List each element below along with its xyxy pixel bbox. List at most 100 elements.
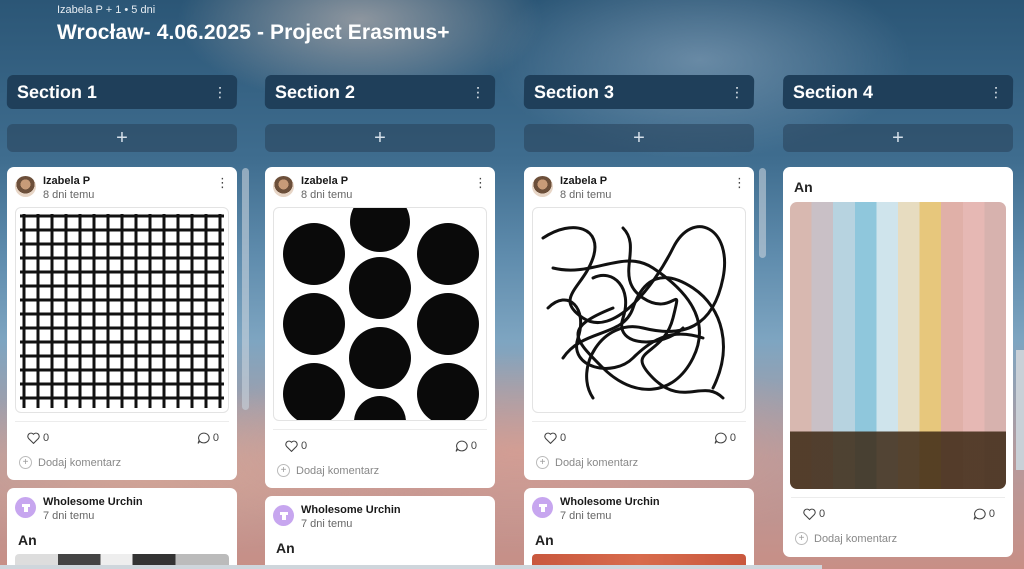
like-button[interactable]: 0 (544, 432, 566, 444)
comment-button[interactable]: 0 (973, 508, 995, 520)
comment-button[interactable]: 0 (197, 432, 219, 444)
comment-count: 0 (212, 432, 219, 444)
heart-icon (544, 432, 557, 444)
post-header: Wholesome Urchin 7 dni temu (524, 488, 754, 524)
post-image-grid[interactable] (15, 207, 229, 413)
column-scrollbar[interactable] (759, 168, 766, 258)
heart-icon (285, 440, 298, 452)
like-button[interactable]: 0 (27, 432, 49, 444)
page-scrollbar[interactable] (1016, 350, 1024, 470)
avatar (15, 176, 36, 197)
like-count: 0 (301, 440, 308, 452)
section-menu-icon[interactable]: ⋮ (989, 84, 1003, 100)
section-column-1: Section 1 ⋮ + Izabela P 8 dni temu ⋮ 0 0… (6, 75, 238, 569)
avatar (273, 505, 294, 526)
heart-icon (27, 432, 40, 444)
post-header: Wholesome Urchin 7 dni temu (265, 496, 495, 532)
add-comment[interactable]: + Dodaj komentarz (783, 520, 1013, 545)
comment-icon (455, 440, 468, 452)
post-menu-icon[interactable]: ⋮ (474, 175, 487, 191)
horizontal-scrollbar[interactable] (0, 565, 822, 569)
add-comment-label: Dodaj komentarz (296, 464, 380, 477)
column-scrollbar[interactable] (242, 168, 249, 410)
post-text: An (535, 532, 554, 548)
add-post-button[interactable]: + (265, 124, 495, 152)
urchin-icon (279, 511, 288, 520)
section-header-4: Section 4 ⋮ (782, 75, 1014, 109)
like-count: 0 (560, 432, 567, 444)
section-header-2: Section 2 ⋮ (264, 75, 496, 109)
post-card[interactable]: Wholesome Urchin 7 dni temu An (7, 488, 237, 569)
post-stats: 0 0 (273, 429, 487, 452)
like-button[interactable]: 0 (285, 440, 307, 452)
post-time: 7 dni temu (301, 518, 353, 530)
post-header: Izabela P 8 dni temu ⋮ (7, 167, 237, 203)
comment-button[interactable]: 0 (714, 432, 736, 444)
post-time: 8 dni temu (560, 189, 612, 201)
comment-count: 0 (729, 432, 736, 444)
post-time: 7 dni temu (560, 510, 612, 522)
add-comment-label: Dodaj komentarz (38, 456, 122, 469)
post-menu-icon[interactable]: ⋮ (733, 175, 746, 191)
post-image-scribble[interactable] (532, 207, 746, 413)
post-card[interactable]: Izabela P 8 dni temu ⋮ 0 0 + Dodaj komen… (7, 167, 237, 480)
like-button[interactable]: 0 (803, 508, 825, 520)
post-author: Izabela P (43, 175, 91, 187)
post-author: Izabela P (301, 175, 349, 187)
post-author: Izabela P (560, 175, 608, 187)
heart-icon (803, 508, 816, 520)
post-author: Wholesome Urchin (301, 504, 401, 516)
post-card[interactable]: An 0 0 + Dodaj komentarz (783, 167, 1013, 557)
board-header: Izabela P + 1 • 5 dni Wrocław- 4.06.2025… (57, 4, 450, 45)
post-card[interactable]: Izabela P 8 dni temu ⋮ 0 0 + Dodaj komen… (265, 167, 495, 488)
like-count: 0 (819, 508, 826, 520)
post-menu-icon[interactable]: ⋮ (216, 175, 229, 191)
post-stats: 0 0 (15, 421, 229, 444)
section-header-1: Section 1 ⋮ (6, 75, 238, 109)
post-header: Izabela P 8 dni temu ⋮ (265, 167, 495, 203)
comment-icon (197, 432, 210, 444)
add-post-button[interactable]: + (783, 124, 1013, 152)
section-menu-icon[interactable]: ⋮ (730, 84, 744, 100)
plus-icon: + (795, 532, 808, 545)
add-comment[interactable]: + Dodaj komentarz (524, 444, 754, 469)
comment-count: 0 (988, 508, 995, 520)
post-image-photo[interactable] (790, 202, 1006, 489)
add-post-button[interactable]: + (7, 124, 237, 152)
post-text: An (18, 532, 37, 548)
section-menu-icon[interactable]: ⋮ (213, 84, 227, 100)
section-title: Section 1 (16, 81, 98, 102)
add-comment[interactable]: + Dodaj komentarz (265, 452, 495, 477)
post-text: An (276, 540, 295, 556)
comment-icon (714, 432, 727, 444)
post-author: Wholesome Urchin (43, 496, 143, 508)
comment-button[interactable]: 0 (455, 440, 477, 452)
section-column-4: Section 4 ⋮ + An 0 0 + Dodaj komentarz (782, 75, 1014, 557)
post-header: Izabela P 8 dni temu ⋮ (524, 167, 754, 203)
add-post-button[interactable]: + (524, 124, 754, 152)
urchin-icon (21, 503, 30, 512)
section-column-2: Section 2 ⋮ + Izabela P 8 dni temu ⋮ 0 0… (264, 75, 496, 569)
post-card[interactable]: Wholesome Urchin 7 dni temu An (265, 496, 495, 569)
post-image-dots[interactable] (273, 207, 487, 421)
post-author: Wholesome Urchin (560, 496, 660, 508)
post-card[interactable]: Wholesome Urchin 7 dni temu An (524, 488, 754, 569)
plus-icon: + (19, 456, 32, 469)
post-stats: 0 0 (791, 497, 1005, 520)
plus-icon: + (277, 464, 290, 477)
section-title: Section 2 (274, 81, 356, 102)
avatar (532, 497, 553, 518)
post-time: 8 dni temu (43, 189, 95, 201)
section-header-3: Section 3 ⋮ (523, 75, 755, 109)
like-count: 0 (43, 432, 50, 444)
avatar (273, 176, 294, 197)
post-card[interactable]: Izabela P 8 dni temu ⋮ 0 0 + Dodaj komen… (524, 167, 754, 480)
add-comment-label: Dodaj komentarz (555, 456, 639, 469)
board-title: Wrocław- 4.06.2025 - Project Erasmus+ (57, 21, 450, 44)
section-menu-icon[interactable]: ⋮ (471, 84, 485, 100)
post-header: Wholesome Urchin 7 dni temu (7, 488, 237, 524)
add-comment[interactable]: + Dodaj komentarz (7, 444, 237, 469)
comment-icon (973, 508, 986, 520)
comment-count: 0 (470, 440, 477, 452)
post-time: 7 dni temu (43, 510, 95, 522)
